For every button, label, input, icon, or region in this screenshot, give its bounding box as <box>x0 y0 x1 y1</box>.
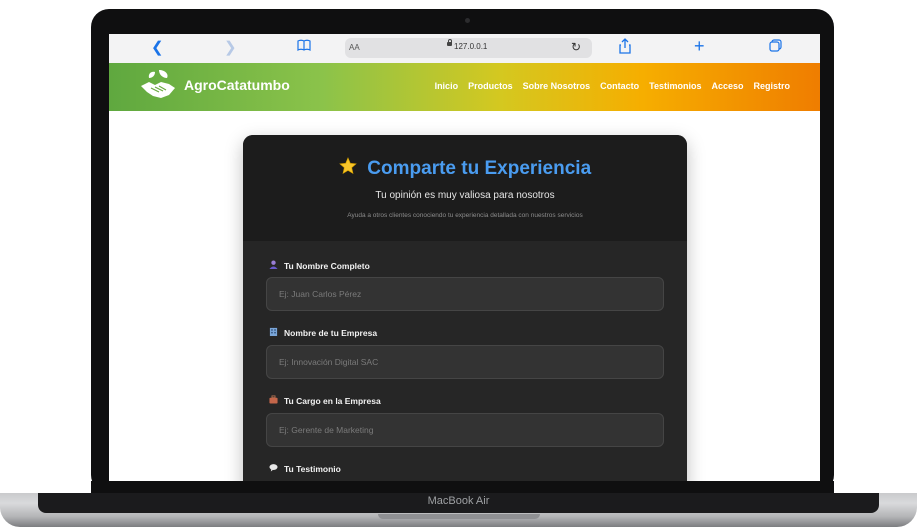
label-testimonio: Tu Testimonio <box>269 463 341 474</box>
device-label: MacBook Air <box>427 495 490 507</box>
label-cargo-empresa: Tu Cargo en la Empresa <box>269 395 381 406</box>
reader-aa-button[interactable]: AA <box>349 43 360 52</box>
brand-name[interactable]: AgroCatatumbo <box>184 77 290 93</box>
nav-link-inicio[interactable]: Inicio <box>435 81 459 91</box>
book-icon[interactable] <box>297 38 311 57</box>
cargo-empresa-input[interactable] <box>267 414 663 446</box>
form-description: Ayuda a otros clientes conociendo tu exp… <box>347 212 583 219</box>
speech-bubble-icon <box>269 463 278 474</box>
nav-link-contacto[interactable]: Contacto <box>600 81 639 91</box>
screen-chin <box>91 481 834 493</box>
handshake-logo-icon[interactable] <box>139 68 177 102</box>
building-icon <box>269 327 278 338</box>
laptop-notch <box>378 514 540 519</box>
nav-link-productos[interactable]: Productos <box>468 81 513 91</box>
share-icon[interactable] <box>619 38 631 59</box>
plus-icon[interactable]: + <box>694 37 705 55</box>
form-title: Comparte tu Experiencia <box>367 157 592 179</box>
main-nav: Inicio Productos Sobre Nosotros Contacto… <box>435 81 790 91</box>
url-text[interactable]: 127.0.0.1 <box>454 42 487 51</box>
nombre-completo-input[interactable] <box>267 278 663 310</box>
nombre-completo-field[interactable] <box>266 277 664 311</box>
chevron-right-icon[interactable]: ❯ <box>224 39 237 57</box>
nombre-empresa-input[interactable] <box>267 346 663 378</box>
person-icon <box>269 260 278 271</box>
form-subtitle: Tu opinión es muy valiosa para nosotros <box>375 190 555 201</box>
nav-link-sobre-nosotros[interactable]: Sobre Nosotros <box>523 81 591 91</box>
site-header: AgroCatatumbo Inicio Productos Sobre Nos… <box>109 63 820 111</box>
star-icon <box>339 157 357 180</box>
form-header: Comparte tu Experiencia Tu opinión es mu… <box>243 135 687 241</box>
cargo-empresa-field[interactable] <box>266 413 664 447</box>
testimonial-form-card: Comparte tu Experiencia Tu opinión es mu… <box>243 135 687 481</box>
reload-icon[interactable]: ↻ <box>571 40 581 54</box>
nombre-empresa-field[interactable] <box>266 345 664 379</box>
screen: ❮ ❯ AA 127.0.0.1 ↻ + AgroCatatumbo Inici… <box>109 34 820 481</box>
label-nombre-completo: Tu Nombre Completo <box>269 260 370 271</box>
chevron-left-icon[interactable]: ❮ <box>151 39 164 57</box>
browser-toolbar: ❮ ❯ AA 127.0.0.1 ↻ + <box>109 34 820 64</box>
camera-icon <box>465 18 470 23</box>
lock-icon <box>447 39 452 46</box>
label-nombre-empresa: Nombre de tu Empresa <box>269 327 377 338</box>
nav-link-testimonios[interactable]: Testimonios <box>649 81 701 91</box>
nav-link-registro[interactable]: Registro <box>753 81 790 91</box>
briefcase-icon <box>269 395 278 406</box>
nav-link-acceso[interactable]: Acceso <box>711 81 743 91</box>
tabs-icon[interactable] <box>769 39 782 57</box>
